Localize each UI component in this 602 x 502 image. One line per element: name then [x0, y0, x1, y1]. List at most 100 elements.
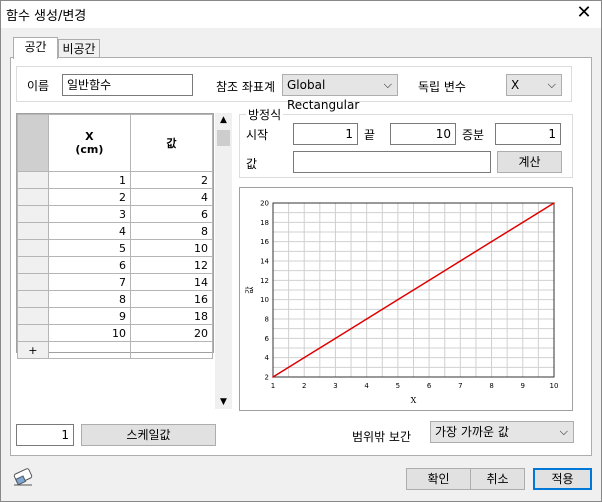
data-grid[interactable]: X (cm) 값 1 2 2 4 3 6 4 8 5 10 6 12 7 14 8 16 9 18 10 20 + — [16, 113, 214, 359]
chart-panel: 1 2 3 4 5 6 7 8 9 10 2 4 6 8 10 12 14 16 18 20 X 값 — [239, 187, 573, 411]
cell-x[interactable]: 10 — [47, 324, 131, 342]
eraser-button[interactable] — [12, 467, 34, 487]
table-row[interactable]: 48 — [17, 222, 214, 240]
table-row[interactable]: 8 16 — [17, 290, 214, 308]
step-label: 증분 — [462, 128, 485, 142]
new-cell-value[interactable] — [129, 341, 214, 359]
row-header[interactable] — [17, 290, 49, 308]
scale-button[interactable]: 스케일값 — [81, 424, 216, 446]
x-tick-label: 5 — [396, 382, 400, 390]
value-input[interactable] — [293, 151, 491, 173]
cancel-button[interactable]: 취소 — [470, 468, 525, 490]
cell-value[interactable]: 20 — [129, 324, 214, 342]
y-tick-label: 18 — [260, 219, 269, 227]
equation-group-label: 방정식 — [246, 106, 284, 123]
x-tick-label: 8 — [489, 382, 493, 390]
row-header[interactable] — [17, 239, 49, 257]
data-point — [365, 318, 368, 320]
x-tick-label: 4 — [364, 382, 369, 390]
extrapolation-select-value: 가장 가까운 값 — [435, 425, 509, 439]
y-tick-label: 10 — [260, 296, 269, 304]
cell-value[interactable]: 4 — [129, 188, 214, 206]
chevron-down-icon: ⌵ — [547, 78, 556, 91]
grid-scrollbar[interactable]: ▲ ▼ — [215, 113, 232, 409]
x-tick-label: 9 — [521, 382, 525, 390]
window-title: 함수 생성/변경 — [6, 9, 87, 24]
cell-x[interactable]: 1 — [47, 171, 131, 189]
cell-x[interactable]: 6 — [47, 256, 131, 274]
data-point — [553, 202, 555, 204]
apply-button[interactable]: 적용 — [533, 468, 592, 490]
col-x-header[interactable]: X (cm) — [47, 114, 131, 172]
y-tick-label: 20 — [260, 200, 269, 208]
cell-value[interactable]: 10 — [129, 239, 214, 257]
cell-value[interactable]: 12 — [129, 256, 214, 274]
extrapolation-select[interactable]: 가장 가까운 값 ⌵ — [430, 421, 574, 443]
table-row[interactable]: 12 — [17, 171, 214, 189]
row-header[interactable] — [17, 273, 49, 291]
step-input[interactable]: 1 — [495, 123, 561, 145]
name-input[interactable]: 일반함수 — [62, 74, 193, 96]
cell-value[interactable]: 18 — [129, 307, 214, 325]
row-header[interactable] — [17, 188, 49, 206]
row-header[interactable] — [17, 205, 49, 223]
scroll-thumb[interactable] — [217, 130, 230, 146]
cell-x[interactable]: 7 — [47, 273, 131, 291]
y-tick-label: 14 — [260, 258, 269, 266]
scroll-up-icon[interactable]: ▲ — [215, 115, 232, 125]
add-row-icon[interactable]: + — [17, 341, 49, 359]
cell-value[interactable]: 6 — [129, 205, 214, 223]
start-input[interactable]: 1 — [293, 123, 358, 145]
x-tick-label: 2 — [302, 382, 306, 390]
indep-select[interactable]: X ⌵ — [506, 74, 562, 96]
tab-nonspace[interactable]: 비공간 — [58, 39, 100, 59]
cell-x[interactable]: 5 — [47, 239, 131, 257]
coord-select[interactable]: Global Rectangular ⌵ — [282, 74, 398, 112]
cell-value[interactable]: 14 — [129, 273, 214, 291]
table-row[interactable]: 24 — [17, 188, 214, 206]
scale-input[interactable]: 1 — [16, 424, 74, 446]
tab-space[interactable]: 공간 — [13, 37, 58, 59]
table-row[interactable]: 6 12 — [17, 256, 214, 274]
table-row[interactable]: 7 14 — [17, 273, 214, 291]
y-tick-label: 12 — [260, 277, 269, 285]
cell-value[interactable]: 8 — [129, 222, 214, 240]
x-tick-label: 1 — [271, 382, 275, 390]
row-header[interactable] — [17, 324, 49, 342]
grid-corner[interactable] — [17, 114, 49, 172]
y-tick-label: 16 — [260, 238, 269, 246]
scroll-down-icon[interactable]: ▼ — [215, 397, 232, 407]
row-header[interactable] — [17, 256, 49, 274]
row-header[interactable] — [17, 307, 49, 325]
cell-x[interactable]: 8 — [47, 290, 131, 308]
table-row[interactable]: 5 10 — [17, 239, 214, 257]
close-button[interactable]: ✕ — [566, 0, 602, 28]
chevron-down-icon: ⌵ — [559, 425, 568, 438]
coord-select-value: Global Rectangular — [287, 78, 360, 112]
cell-x[interactable]: 9 — [47, 307, 131, 325]
table-row[interactable]: 10 20 — [17, 324, 214, 342]
ok-button[interactable]: 확인 — [406, 468, 471, 490]
cell-x[interactable]: 3 — [47, 205, 131, 223]
col-value-header[interactable]: 값 — [129, 114, 214, 172]
data-point — [459, 260, 462, 262]
cell-value[interactable]: 16 — [129, 290, 214, 308]
data-point — [334, 337, 337, 340]
end-input[interactable]: 10 — [390, 123, 456, 145]
row-header[interactable] — [17, 222, 49, 240]
x-tick-label: 7 — [458, 382, 462, 390]
row-header[interactable] — [17, 171, 49, 189]
calculate-button[interactable]: 계산 — [497, 151, 562, 173]
cell-value[interactable]: 2 — [129, 171, 214, 189]
data-point — [272, 376, 274, 378]
chevron-down-icon: ⌵ — [383, 78, 392, 91]
new-row[interactable]: + — [17, 341, 214, 359]
table-row[interactable]: 36 — [17, 205, 214, 223]
x-axis-label: X — [411, 396, 417, 405]
y-tick-label: 8 — [265, 316, 269, 324]
new-cell-x[interactable] — [47, 341, 131, 359]
title-bar — [0, 0, 602, 28]
cell-x[interactable]: 2 — [47, 188, 131, 206]
cell-x[interactable]: 4 — [47, 222, 131, 240]
table-row[interactable]: 9 18 — [17, 307, 214, 325]
